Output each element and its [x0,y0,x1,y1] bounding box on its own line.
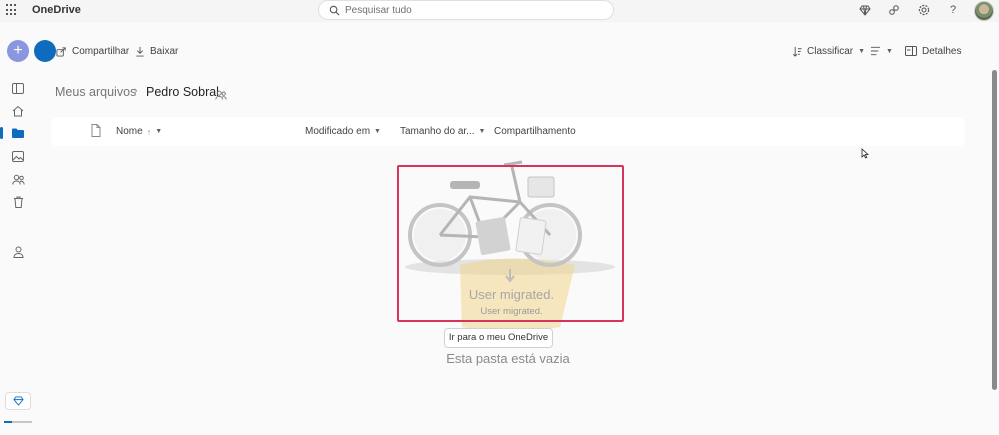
create-new-button[interactable]: + [7,40,29,62]
sort-label: Classificar [807,45,854,57]
download-label: Baixar [150,45,179,57]
search-box[interactable] [318,0,614,20]
shared-folder-icon [215,87,227,105]
details-label: Detalhes [922,45,962,57]
column-name-label: Nome [116,126,143,137]
shared-icon[interactable] [11,172,25,186]
migration-subtitle: User migrated. [480,306,543,317]
details-icon [905,46,917,56]
person-icon[interactable] [11,245,25,259]
chevron-down-icon: ▼ [374,128,381,135]
app-launcher-icon[interactable] [6,4,18,16]
download-button[interactable]: Baixar [135,44,178,58]
go-to-my-onedrive-button[interactable]: Ir para o meu OneDrive [444,328,553,348]
menu-icon[interactable] [11,81,25,95]
breadcrumb-separator: › [134,85,138,97]
folder-icon[interactable] [11,126,25,140]
breadcrumb-current: Pedro Sobral [146,85,219,99]
column-header-name[interactable]: Nome ↑ ▼ [116,126,162,137]
storage-meter [4,421,32,423]
list-view-icon [870,46,881,56]
app-title[interactable]: OneDrive [32,4,81,16]
list-header: Nome ↑ ▼ Modificado em ▼ Tamanho do ar..… [51,117,965,146]
upload-button[interactable] [34,40,56,62]
premium-button[interactable] [5,392,31,410]
search-input[interactable] [345,3,605,18]
mouse-cursor-icon [861,148,869,159]
empty-folder-message: Esta pasta está vazia [446,351,570,366]
sort-button[interactable]: Classificar ▼ [792,44,865,58]
top-bar: OneDrive ? [0,0,999,22]
breadcrumb-parent[interactable]: Meus arquivos [55,85,136,99]
help-icon[interactable]: ? [946,3,960,17]
details-button[interactable]: Detalhes [905,44,961,58]
column-header-size[interactable]: Tamanho do ar... ▼ [400,126,485,137]
active-indicator [0,127,3,139]
recycle-bin-icon[interactable] [11,195,25,209]
scrollbar[interactable] [992,70,997,390]
avatar[interactable] [974,1,994,21]
chevron-down-icon: ▼ [858,47,866,55]
column-size-label: Tamanho do ar... [400,126,475,137]
photos-icon[interactable] [11,149,25,163]
chevron-down-icon: ▼ [478,128,486,135]
diamond-icon [12,396,24,406]
column-modified-label: Modificado em [305,126,371,137]
search-icon [329,5,340,16]
column-sharing-label: Compartilhamento [494,126,576,137]
share-label: Compartilhar [72,45,130,57]
download-icon [136,46,144,57]
plus-icon: + [13,42,23,59]
people-icon[interactable] [887,3,901,17]
premium-icon[interactable] [858,3,872,17]
settings-icon[interactable] [917,3,931,17]
view-options-button[interactable]: ▼ [870,44,893,58]
home-icon[interactable] [11,104,25,118]
sort-icon [793,46,802,57]
share-icon [56,46,66,57]
migration-title: User migrated. [468,287,555,302]
column-header-modified[interactable]: Modificado em ▼ [305,126,381,137]
chevron-down-icon: ▼ [886,47,893,55]
sort-ascending-icon: ↑ [146,126,152,137]
column-header-sharing[interactable]: Compartilhamento [494,126,576,137]
file-type-icon [91,124,101,137]
chevron-down-icon: ▼ [155,128,163,135]
share-button[interactable]: Compartilhar [56,44,129,58]
